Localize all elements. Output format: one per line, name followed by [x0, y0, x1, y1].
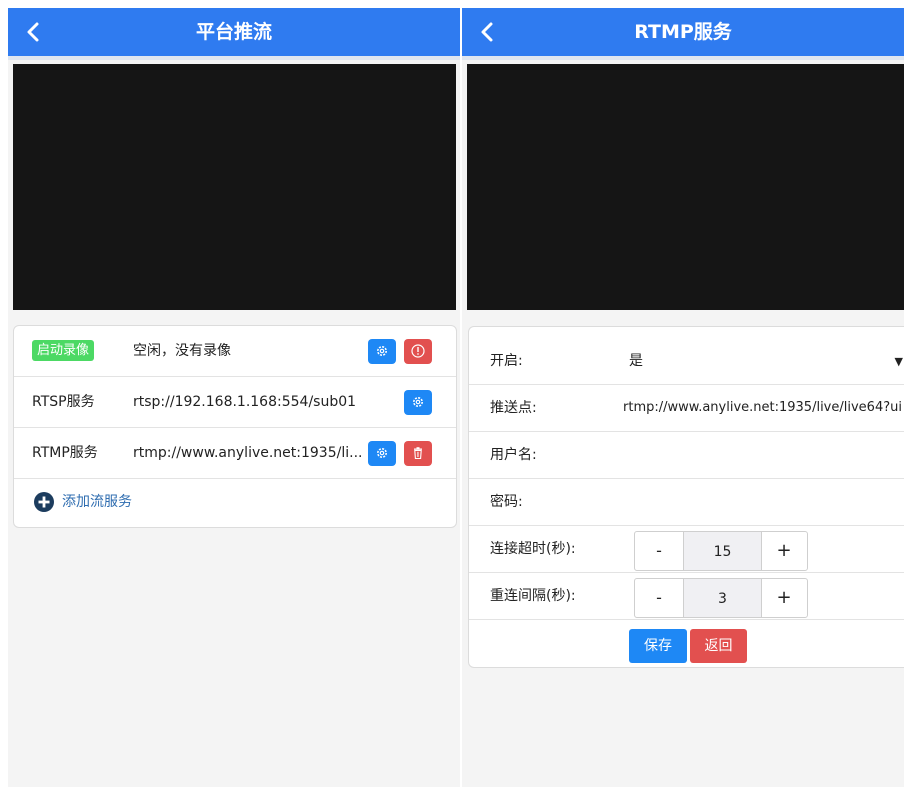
video-preview: [13, 64, 456, 310]
interval-value[interactable]: 3: [683, 579, 762, 617]
add-stream-label: 添加流服务: [62, 494, 132, 510]
list-item-rtsp[interactable]: RTSP服务 rtsp://192.168.1.168:554/sub01: [14, 377, 456, 428]
gear-icon: [377, 346, 387, 356]
record-info-button[interactable]: [404, 339, 432, 364]
interval-row: 重连间隔(秒): - 3 +: [469, 573, 904, 620]
trash-icon: [414, 447, 422, 460]
page-title: RTMP服务: [634, 21, 732, 43]
page-title: 平台推流: [195, 21, 272, 43]
rtmp-form-card: 开启: 是 ▼ 推送点: rtmp://www.anylive.net:1935…: [468, 326, 904, 668]
rtsp-settings-button[interactable]: [404, 390, 432, 415]
rtmp-label: RTMP服务: [32, 445, 98, 461]
header-divider: [8, 56, 460, 60]
app-header: RTMP服务: [462, 8, 904, 56]
back-button[interactable]: 返回: [690, 629, 747, 663]
record-status: 空闲，没有录像: [133, 343, 231, 359]
record-settings-button[interactable]: [368, 339, 396, 364]
rtsp-label: RTSP服务: [32, 394, 95, 410]
rtsp-url: rtsp://192.168.1.168:554/sub01: [133, 394, 357, 410]
video-preview: [467, 64, 904, 310]
header-divider: [462, 56, 904, 60]
timeout-decrement-button[interactable]: -: [635, 532, 683, 570]
interval-decrement-button[interactable]: -: [635, 579, 683, 617]
app-header: 平台推流: [8, 8, 460, 56]
caret-down-icon[interactable]: ▼: [895, 355, 903, 368]
push-point-row: 推送点: rtmp://www.anylive.net:1935/live/li…: [469, 385, 904, 432]
right-screen: RTMP服务 开启: 是 ▼ 推送点: rtmp://www.anylive.n…: [462, 8, 904, 787]
record-badge-label: 启动录像: [32, 340, 95, 361]
stream-list-card: 启动录像 空闲，没有录像 RTSP服务 rtsp://192.168.1.168…: [13, 325, 457, 528]
left-screen: 平台推流 启动录像 空闲，没有录像 RTSP服务 rtsp://192.168.…: [8, 8, 460, 787]
password-row: 密码:: [469, 479, 904, 526]
rtmp-url: rtmp://www.anylive.net:1935/li...: [133, 445, 363, 461]
push-point-input[interactable]: rtmp://www.anylive.net:1935/live/live64?…: [623, 385, 902, 431]
timeout-stepper: - 15 +: [634, 531, 808, 571]
enable-row: 开启: 是 ▼: [469, 338, 904, 385]
enable-label: 开启:: [490, 353, 523, 369]
save-button[interactable]: 保存: [629, 629, 687, 663]
gear-icon: [413, 397, 423, 407]
info-icon: [411, 344, 425, 358]
username-row: 用户名:: [469, 432, 904, 479]
push-point-label: 推送点:: [490, 400, 537, 416]
timeout-value[interactable]: 15: [683, 532, 762, 570]
list-item-record: 启动录像 空闲，没有录像: [14, 326, 456, 377]
rtmp-delete-button[interactable]: [404, 441, 432, 466]
password-label: 密码:: [490, 494, 523, 510]
plus-circle-icon: [34, 492, 54, 512]
record-badge[interactable]: 启动录像: [32, 340, 95, 361]
timeout-increment-button[interactable]: +: [761, 532, 807, 570]
interval-label: 重连间隔(秒):: [490, 588, 576, 604]
timeout-row: 连接超时(秒): - 15 +: [469, 526, 904, 573]
interval-stepper: - 3 +: [634, 578, 808, 618]
list-item-rtmp[interactable]: RTMP服务 rtmp://www.anylive.net:1935/li...: [14, 428, 456, 479]
timeout-label: 连接超时(秒):: [490, 541, 576, 557]
username-label: 用户名:: [490, 447, 537, 463]
enable-select[interactable]: 是: [629, 338, 643, 384]
interval-increment-button[interactable]: +: [761, 579, 807, 617]
rtmp-settings-button[interactable]: [368, 441, 396, 466]
gear-icon: [377, 448, 387, 458]
